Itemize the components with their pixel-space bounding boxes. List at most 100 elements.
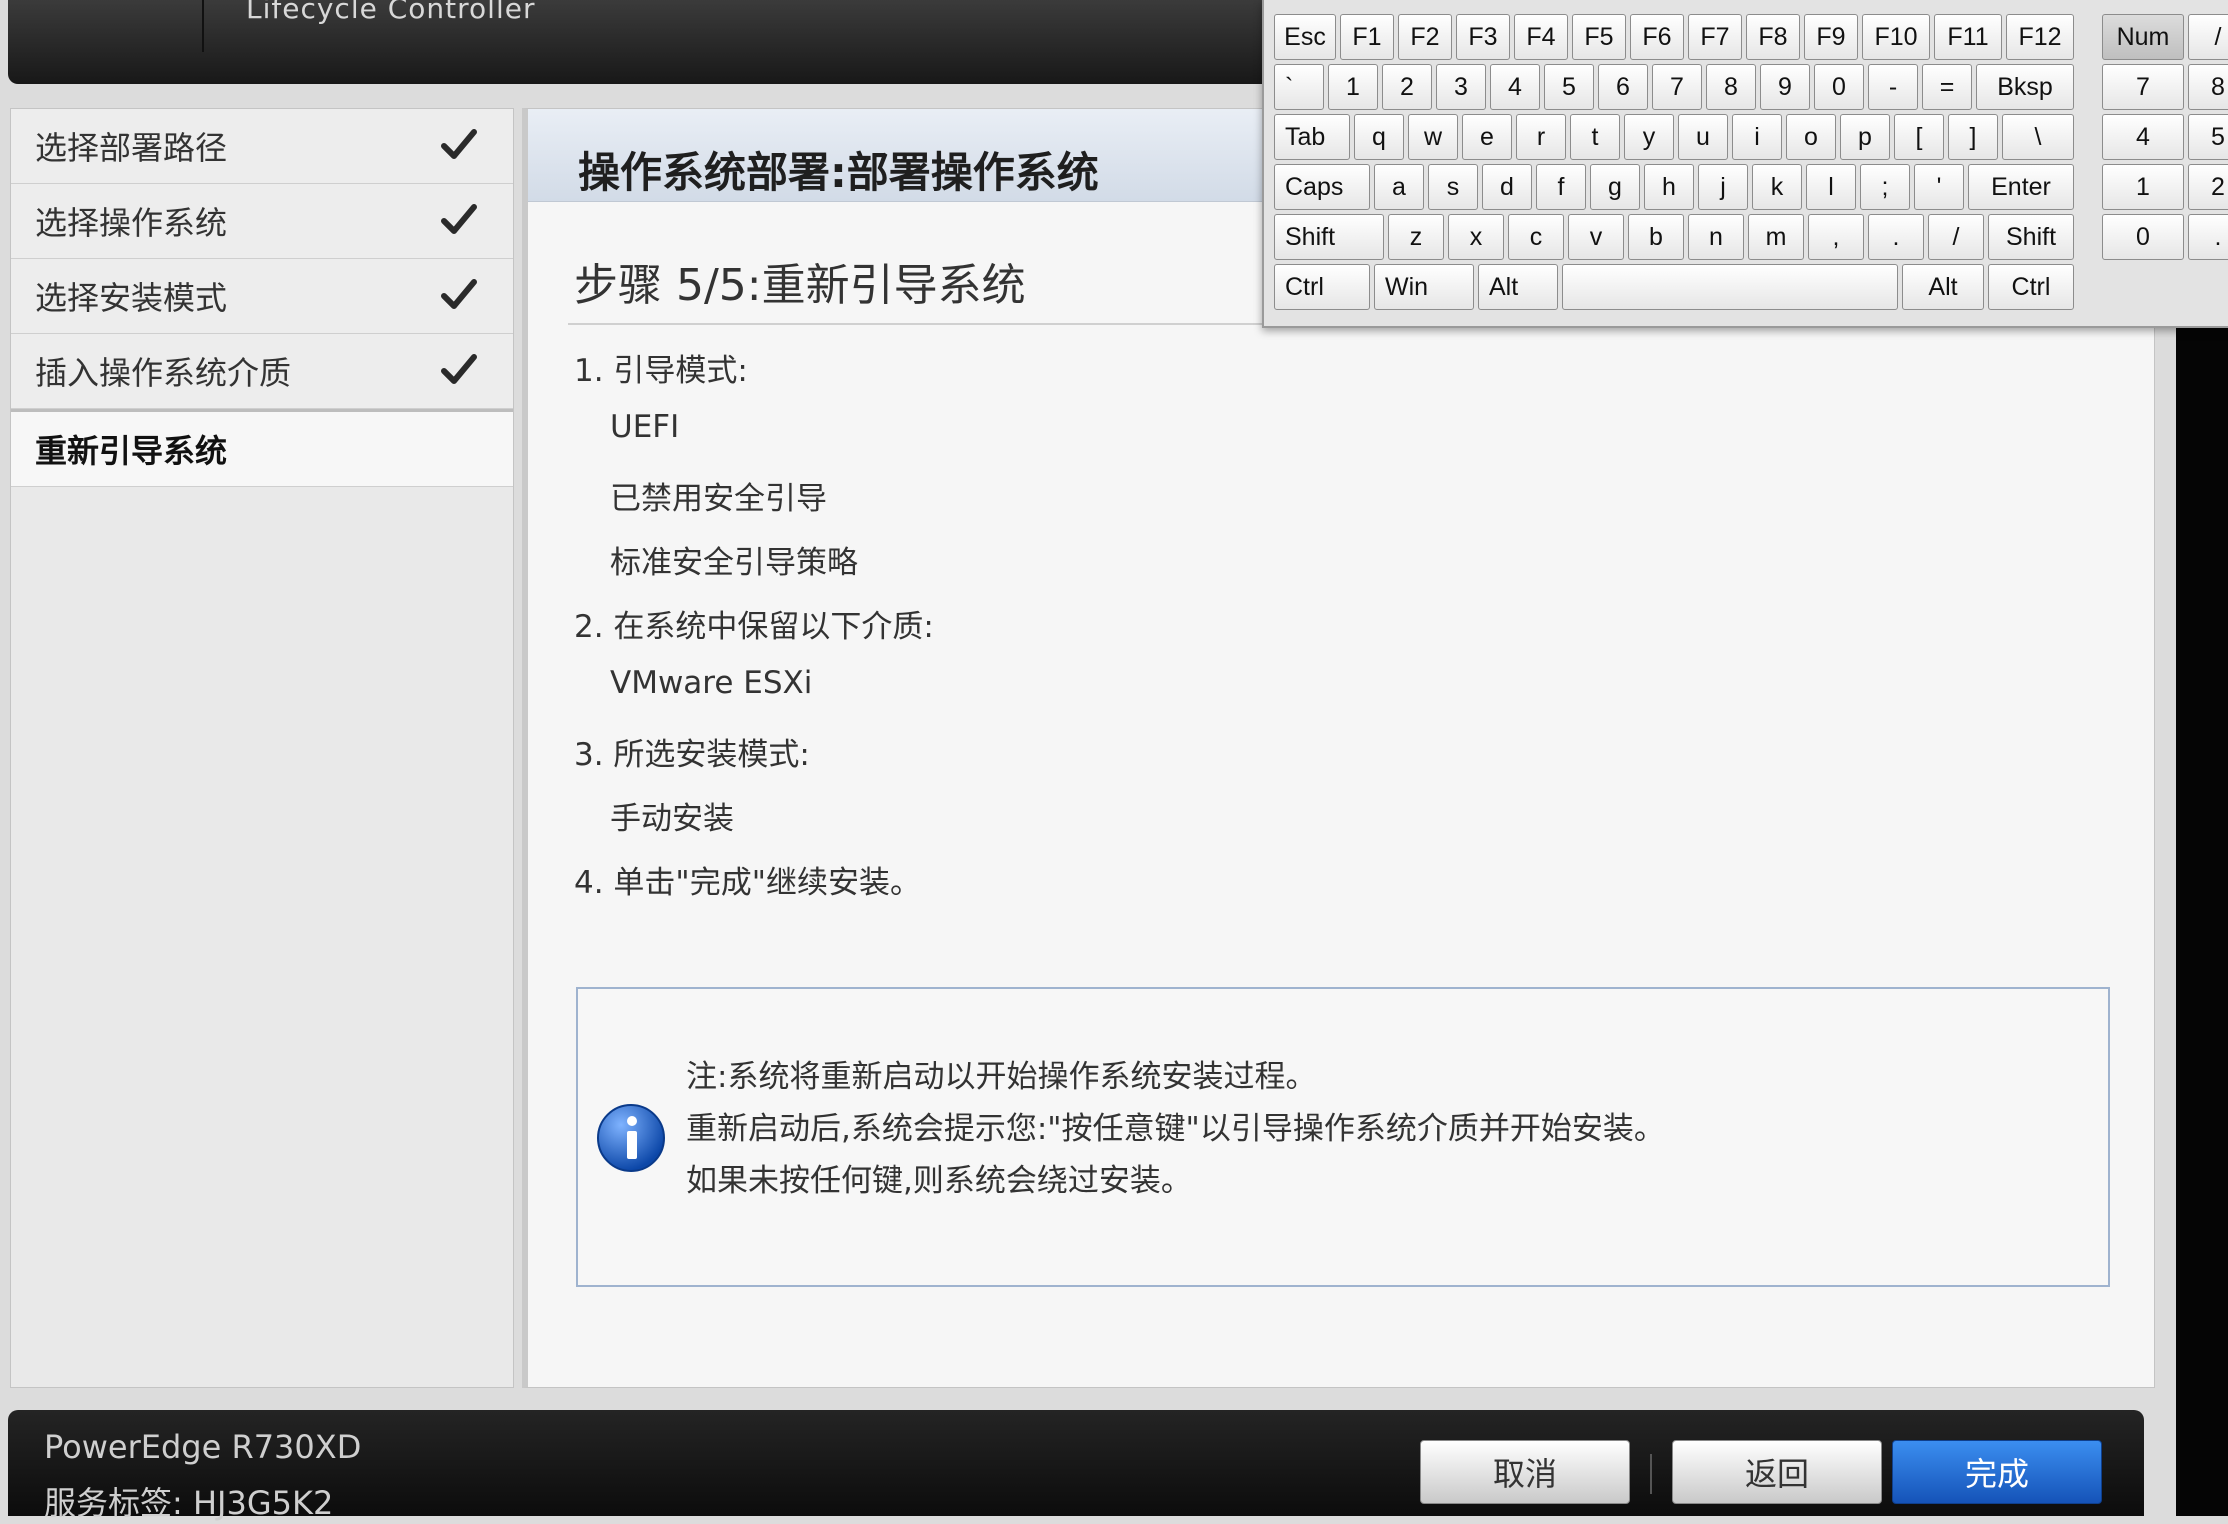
checkmark-icon [441,204,477,234]
back-button[interactable]: 返回 [1672,1440,1882,1504]
key-f12[interactable]: F12 [2006,14,2074,60]
key-f5[interactable]: F5 [1572,14,1626,60]
key-quote[interactable]: ' [1914,164,1964,210]
key-f[interactable]: f [1536,164,1586,210]
key-numpad-7[interactable]: 7 [2102,64,2184,110]
key-h[interactable]: h [1644,164,1694,210]
key-numpad-1[interactable]: 1 [2102,164,2184,210]
sidebar-step-reboot[interactable]: 重新引导系统 [11,409,513,487]
sidebar-step-select-os[interactable]: 选择操作系统 [11,184,513,259]
key-win[interactable]: Win [1374,264,1474,310]
key-f10[interactable]: F10 [1862,14,1930,60]
key-l[interactable]: l [1806,164,1856,210]
key-right-shift[interactable]: Shift [1988,214,2074,260]
key-left-alt[interactable]: Alt [1478,264,1558,310]
key-f6[interactable]: F6 [1630,14,1684,60]
key-f2[interactable]: F2 [1398,14,1452,60]
key-s[interactable]: s [1428,164,1478,210]
key-numlock[interactable]: Num [2102,14,2184,60]
top-header-bar: Lifecycle Controller [8,0,1428,84]
key-n[interactable]: n [1688,214,1744,260]
key-e[interactable]: e [1462,114,1512,160]
step-label: 选择操作系统 [35,204,228,242]
key-q[interactable]: q [1354,114,1404,160]
summary-heading-boot-mode: 1. 引导模式: [574,353,748,389]
key-4[interactable]: 4 [1490,64,1540,110]
key-m[interactable]: m [1748,214,1804,260]
key-equals[interactable]: = [1922,64,1972,110]
summary-heading-install-mode: 3. 所选安装模式: [574,737,810,773]
key-1[interactable]: 1 [1328,64,1378,110]
key-numpad-5[interactable]: 5 [2188,114,2228,160]
key-left-ctrl[interactable]: Ctrl [1274,264,1370,310]
key-numpad-0[interactable]: 0 [2102,214,2184,260]
key-7[interactable]: 7 [1652,64,1702,110]
key-period[interactable]: . [1868,214,1924,260]
key-9[interactable]: 9 [1760,64,1810,110]
key-left-bracket[interactable]: [ [1894,114,1944,160]
key-2[interactable]: 2 [1382,64,1432,110]
key-k[interactable]: k [1752,164,1802,210]
key-enter[interactable]: Enter [1968,164,2074,210]
summary-value: UEFI [610,409,680,445]
step-label: 重新引导系统 [35,432,228,470]
key-numpad-8[interactable]: 8 [2188,64,2228,110]
key-j[interactable]: j [1698,164,1748,210]
cancel-button[interactable]: 取消 [1420,1440,1630,1504]
key-f11[interactable]: F11 [1934,14,2002,60]
key-5[interactable]: 5 [1544,64,1594,110]
key-right-bracket[interactable]: ] [1948,114,1998,160]
key-8[interactable]: 8 [1706,64,1756,110]
key-6[interactable]: 6 [1598,64,1648,110]
sidebar-step-insert-media[interactable]: 插入操作系统介质 [11,334,513,409]
note-line: 重新启动后,系统会提示您:"按任意键"以引导操作系统介质并开始安装。 [686,1111,1665,1147]
key-x[interactable]: x [1448,214,1504,260]
key-d[interactable]: d [1482,164,1532,210]
key-numpad-2[interactable]: 2 [2188,164,2228,210]
key-b[interactable]: b [1628,214,1684,260]
key-z[interactable]: z [1388,214,1444,260]
key-f8[interactable]: F8 [1746,14,1800,60]
key-0[interactable]: 0 [1814,64,1864,110]
key-t[interactable]: t [1570,114,1620,160]
key-numpad-divide[interactable]: / [2188,14,2228,60]
key-p[interactable]: p [1840,114,1890,160]
key-y[interactable]: y [1624,114,1674,160]
key-f3[interactable]: F3 [1456,14,1510,60]
key-minus[interactable]: - [1868,64,1918,110]
key-g[interactable]: g [1590,164,1640,210]
key-u[interactable]: u [1678,114,1728,160]
key-tab[interactable]: Tab [1274,114,1350,160]
key-backspace[interactable]: Bksp [1976,64,2074,110]
key-f1[interactable]: F1 [1340,14,1394,60]
key-caps[interactable]: Caps [1274,164,1370,210]
key-backtick[interactable]: ` [1274,64,1324,110]
key-right-alt[interactable]: Alt [1902,264,1984,310]
key-v[interactable]: v [1568,214,1624,260]
sidebar-step-deploy-path[interactable]: 选择部署路径 [11,109,513,184]
key-a[interactable]: a [1374,164,1424,210]
key-backslash[interactable]: \ [2002,114,2074,160]
key-f7[interactable]: F7 [1688,14,1742,60]
footer-bar: PowerEdge R730XD 服务标签: HJ3G5K2 取消 返回 完成 [8,1410,2144,1522]
key-f4[interactable]: F4 [1514,14,1568,60]
key-numpad-4[interactable]: 4 [2102,114,2184,160]
key-numpad-decimal[interactable]: . [2188,214,2228,260]
key-3[interactable]: 3 [1436,64,1486,110]
wizard-steps-sidebar: 选择部署路径 选择操作系统 选择安装模式 插入操作系统介质 重新引导系统 [10,108,514,1388]
key-semicolon[interactable]: ; [1860,164,1910,210]
key-o[interactable]: o [1786,114,1836,160]
key-w[interactable]: w [1408,114,1458,160]
key-slash[interactable]: / [1928,214,1984,260]
key-comma[interactable]: , [1808,214,1864,260]
key-r[interactable]: r [1516,114,1566,160]
sidebar-step-install-mode[interactable]: 选择安装模式 [11,259,513,334]
key-left-shift[interactable]: Shift [1274,214,1384,260]
key-i[interactable]: i [1732,114,1782,160]
key-space[interactable] [1562,264,1898,310]
finish-button[interactable]: 完成 [1892,1440,2102,1504]
key-f9[interactable]: F9 [1804,14,1858,60]
key-right-ctrl[interactable]: Ctrl [1988,264,2074,310]
key-esc[interactable]: Esc [1274,14,1336,60]
key-c[interactable]: c [1508,214,1564,260]
